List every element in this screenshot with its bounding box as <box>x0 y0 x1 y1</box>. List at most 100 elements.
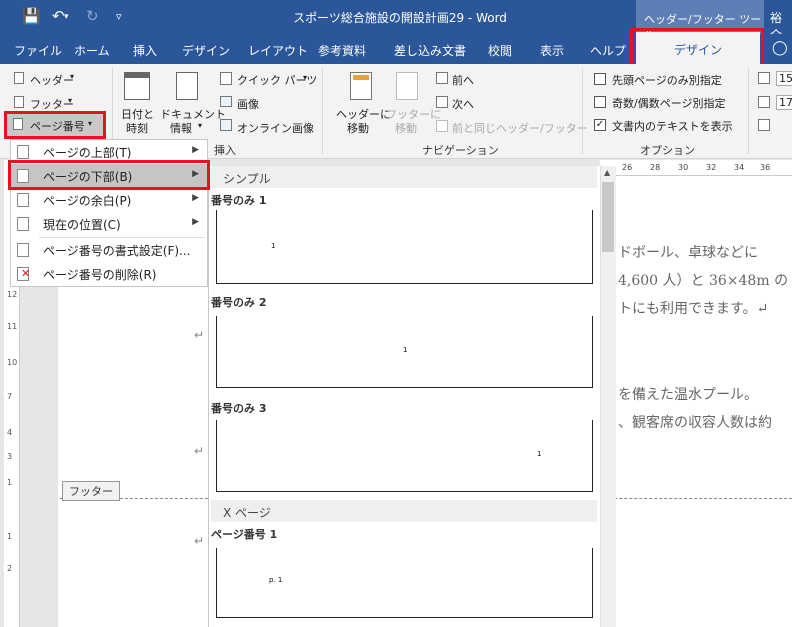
tab-mailings[interactable]: 差し込み文書 <box>394 42 466 59</box>
body-text-line: 、観客席の収容人数は約 <box>618 415 772 431</box>
h-ruler-tick: 36 <box>760 163 771 172</box>
insert-alignment-tab-icon[interactable] <box>758 119 770 131</box>
gallery-item-label: 番号のみ 2 <box>211 296 267 309</box>
thumb-number: p. 1 <box>269 576 283 584</box>
menu-item-label: ページ番号の書式設定(F)... <box>43 244 191 258</box>
online-picture-button[interactable]: オンライン画像 <box>237 120 314 136</box>
h-ruler-tick: 28 <box>650 163 661 172</box>
next-button[interactable]: 次へ <box>452 96 474 112</box>
tab-layout[interactable]: レイアウト <box>248 42 308 59</box>
footer-position-icon <box>758 96 770 108</box>
gallery-item-label: 番号のみ 3 <box>211 402 267 415</box>
lightbulb-icon[interactable]: ◯ <box>772 40 788 56</box>
undo-dropdown-icon[interactable]: ▾ <box>64 12 69 22</box>
document-title: スポーツ総合施設の開設計画29 - Word <box>293 11 507 25</box>
paragraph-mark-icon: ↵ <box>194 444 205 458</box>
save-icon[interactable]: 💾 <box>22 7 41 25</box>
tab-file[interactable]: ファイル <box>14 42 62 59</box>
gallery-thumb-plain-1[interactable]: 1 <box>216 210 593 284</box>
quick-parts-dropdown-icon[interactable]: ▾ <box>303 73 307 82</box>
menu-item-label: ページの上部(T) <box>43 146 132 160</box>
scroll-up-icon[interactable]: ▲ <box>604 168 610 177</box>
insert-group-title: 挿入 <box>214 144 236 157</box>
redo-icon: ↻ <box>86 7 99 25</box>
page-icon <box>17 145 29 159</box>
gallery-thumb-plain-3[interactable]: 1 <box>216 420 593 492</box>
scrollbar-thumb[interactable] <box>602 182 614 252</box>
v-ruler-tick: 7 <box>7 392 13 401</box>
thumb-number: 1 <box>403 346 408 354</box>
show-document-text-checkbox[interactable]: ✓ <box>594 119 606 131</box>
picture-button[interactable]: 画像 <box>237 96 259 112</box>
submenu-arrow-icon: ▶ <box>192 217 199 227</box>
thumb-number: 1 <box>537 450 542 458</box>
footer-dropdown-icon[interactable]: ▾ <box>68 96 72 105</box>
tab-review[interactable]: 校閲 <box>488 42 512 59</box>
header-dropdown-icon[interactable]: ▾ <box>70 72 74 81</box>
online-picture-icon <box>220 119 232 131</box>
customize-qat-icon[interactable]: ▿ <box>116 10 122 23</box>
v-ruler-tick: 10 <box>7 358 18 367</box>
submenu-arrow-icon: ▶ <box>192 145 199 155</box>
header-button[interactable]: ヘッダー <box>30 72 74 88</box>
odd-even-checkbox[interactable] <box>594 96 606 108</box>
menu-item-label: ページ番号の削除(R) <box>43 268 157 282</box>
h-ruler-tick: 30 <box>678 163 689 172</box>
menu-item-label: 現在の位置(C) <box>43 218 121 232</box>
next-icon <box>436 96 448 108</box>
body-text-line: 4,600 人）と 36×48m の <box>618 273 789 289</box>
undo-icon[interactable]: ↶ <box>52 7 65 25</box>
gallery-item-label: ページ番号 1 <box>211 528 278 541</box>
body-text-line: ドボール、卓球などに <box>618 245 758 261</box>
group-separator <box>748 68 749 154</box>
go-to-footer-label-2: 移動 <box>395 122 417 135</box>
gallery-thumb-page-number-1[interactable]: p. 1 <box>216 548 593 618</box>
go-to-footer-icon <box>396 72 418 100</box>
menu-item-remove-page-numbers[interactable]: ✕ ページ番号の削除(R) <box>11 262 207 286</box>
tab-help[interactable]: ヘルプ <box>590 42 626 59</box>
gallery-thumb-plain-2[interactable]: 1 <box>216 316 593 388</box>
document-info-label-2[interactable]: 情報 <box>170 120 192 136</box>
footer-icon <box>14 96 24 108</box>
v-ruler-tick: 3 <box>7 452 13 461</box>
date-time-label-2[interactable]: 時刻 <box>126 120 148 136</box>
calendar-icon <box>124 72 150 100</box>
navigation-group-title: ナビゲーション <box>422 144 499 157</box>
tab-references[interactable]: 参考資料 <box>318 42 366 59</box>
previous-button[interactable]: 前へ <box>452 72 474 88</box>
picture-icon <box>220 96 232 107</box>
submenu-arrow-icon: ▶ <box>192 193 199 203</box>
tab-design[interactable]: デザイン <box>182 42 230 59</box>
menu-item-format-page-numbers[interactable]: ページ番号の書式設定(F)... <box>11 238 207 262</box>
tab-view[interactable]: 表示 <box>540 42 564 59</box>
h-ruler-tick: 32 <box>706 163 717 172</box>
first-page-checkbox[interactable] <box>594 73 606 85</box>
page-icon <box>17 193 29 207</box>
menu-item-page-margins[interactable]: ページの余白(P) ▶ <box>11 188 207 212</box>
thumb-number: 1 <box>271 242 276 250</box>
v-ruler-tick: 11 <box>7 322 18 331</box>
paragraph-mark-icon: ↵ <box>194 534 205 548</box>
options-group-title: オプション <box>640 144 695 157</box>
tab-home[interactable]: ホーム <box>74 42 110 59</box>
header-position-input[interactable]: 15 <box>776 71 792 86</box>
tab-insert[interactable]: 挿入 <box>133 42 157 59</box>
link-to-previous-button: 前と同じヘッダー/フッター <box>452 122 588 135</box>
link-to-previous-icon <box>436 120 448 132</box>
v-ruler-tick: 12 <box>7 290 18 299</box>
page-icon <box>17 217 29 231</box>
quick-parts-icon <box>220 72 232 85</box>
body-text-line: トにも利用できます。↵ <box>618 301 769 317</box>
document-info-dropdown-icon[interactable]: ▾ <box>198 121 202 130</box>
v-ruler-tick: 1 <box>7 478 13 487</box>
highlight-page-number <box>4 111 106 139</box>
group-separator <box>582 68 583 154</box>
show-document-text-label: 文書内のテキストを表示 <box>612 120 733 133</box>
gallery-section-simple: シンプル <box>211 166 597 188</box>
go-to-header-label-2[interactable]: 移動 <box>347 120 369 136</box>
v-ruler-tick: 2 <box>7 564 13 573</box>
h-ruler-tick: 34 <box>734 163 745 172</box>
footer-position-input[interactable]: 17 <box>776 95 792 110</box>
group-separator <box>322 68 323 154</box>
menu-item-current-position[interactable]: 現在の位置(C) ▶ <box>11 212 207 236</box>
